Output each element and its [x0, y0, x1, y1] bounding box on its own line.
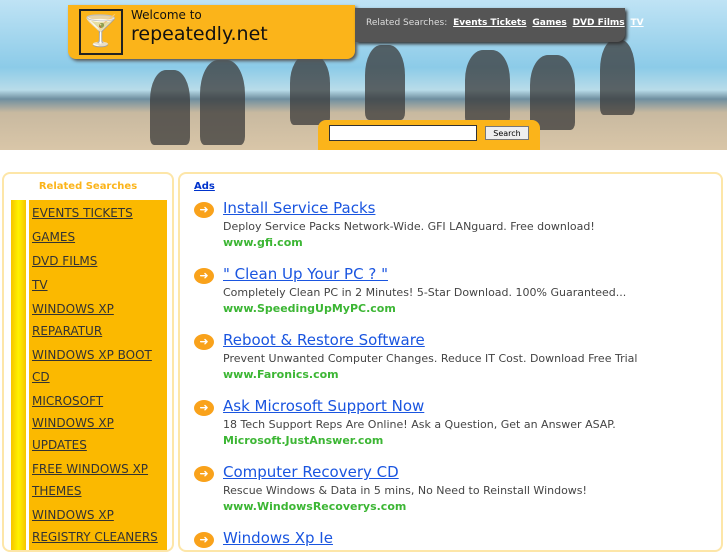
banner-photo-figure — [200, 60, 245, 145]
item-stripe — [11, 388, 26, 458]
sidebar-item-label[interactable]: WINDOWS XP REGISTRY CLEANERS — [29, 502, 167, 550]
arrow-right-icon: ➜ — [194, 466, 214, 482]
search-input[interactable] — [329, 125, 477, 141]
ad-title-link[interactable]: Install Service Packs — [223, 199, 375, 217]
banner-photo-figure — [365, 45, 405, 120]
item-stripe — [11, 342, 26, 390]
sidebar-item-label[interactable]: MICROSOFT WINDOWS XP UPDATES — [29, 388, 167, 458]
arrow-right-icon: ➜ — [194, 334, 214, 350]
sidebar-item[interactable]: FREE WINDOWS XP THEMES — [11, 456, 167, 504]
ad-description: Rescue Windows & Data in 5 mins, No Need… — [223, 484, 587, 497]
banner-photo-figure — [290, 55, 330, 125]
sidebar-item[interactable]: WINDOWS XP BOOT CD — [11, 342, 167, 390]
search-button[interactable]: Search — [485, 126, 529, 140]
sidebar-item[interactable]: WINDOWS XP REGISTRY CLEANERS — [11, 502, 167, 550]
sidebar-item[interactable]: TV — [11, 272, 167, 298]
sidebar-item-label[interactable]: DVD FILMS — [29, 248, 167, 274]
arrow-right-icon: ➜ — [194, 532, 214, 548]
related-label: Related Searches: — [366, 18, 448, 28]
ad-description: 18 Tech Support Reps Are Online! Ask a Q… — [223, 418, 616, 431]
banner-photo-figure — [530, 55, 575, 130]
header-banner: 🍸 Welcome to repeatedly.net Related Sear… — [0, 0, 727, 150]
ads-panel: Ads ➜ Install Service Packs Deploy Service… — [178, 172, 723, 552]
item-stripe — [11, 502, 26, 550]
sidebar-item-label[interactable]: TV — [29, 272, 167, 298]
sidebar-item[interactable]: EVENTS TICKETS — [11, 200, 167, 226]
ad-title-link[interactable]: " Clean Up Your PC ? " — [223, 265, 388, 283]
ad-title-link[interactable]: Windows Xp Ie — [223, 529, 333, 547]
related-link-dvd-films[interactable]: DVD Films — [573, 18, 625, 28]
ad-title-link[interactable]: Computer Recovery CD — [223, 463, 399, 481]
arrow-right-icon: ➜ — [194, 202, 214, 218]
related-searches-sidebar: Related Searches EVENTS TICKETS GAMES DV… — [2, 172, 174, 552]
sidebar-item[interactable]: WINDOWS XP REPARATUR — [11, 296, 167, 344]
sidebar-item-label[interactable]: FREE WINDOWS XP THEMES — [29, 456, 167, 504]
sidebar-item[interactable]: MICROSOFT WINDOWS XP UPDATES — [11, 388, 167, 458]
ad-title-link[interactable]: Reboot & Restore Software — [223, 331, 425, 349]
ad-url[interactable]: www.WindowsRecoverys.com — [223, 500, 406, 513]
ad-url[interactable]: Microsoft.JustAnswer.com — [223, 434, 383, 447]
ad-description: Completely Clean PC in 2 Minutes! 5-Star… — [223, 286, 627, 299]
sidebar-item-label[interactable]: WINDOWS XP BOOT CD — [29, 342, 167, 390]
banner-photo-figure — [600, 40, 635, 115]
item-stripe — [11, 200, 26, 226]
sidebar-item-label[interactable]: WINDOWS XP REPARATUR — [29, 296, 167, 344]
ad-url[interactable]: www.SpeedingUpMyPC.com — [223, 302, 396, 315]
ads-label[interactable]: Ads — [194, 181, 215, 192]
ad-description: Prevent Unwanted Computer Changes. Reduc… — [223, 352, 638, 365]
ad-description: Deploy Service Packs Network-Wide. GFI L… — [223, 220, 595, 233]
related-link-events-tickets[interactable]: Events Tickets — [453, 18, 526, 28]
related-link-tv[interactable]: TV — [631, 18, 644, 28]
item-stripe — [11, 224, 26, 250]
item-stripe — [11, 296, 26, 344]
cocktail-icon: 🍸 — [79, 9, 123, 55]
related-link-games[interactable]: Games — [532, 18, 566, 28]
sidebar-item[interactable]: DVD FILMS — [11, 248, 167, 274]
sidebar-item-label[interactable]: EVENTS TICKETS — [29, 200, 167, 226]
sidebar-title: Related Searches — [38, 181, 138, 192]
arrow-right-icon: ➜ — [194, 400, 214, 416]
site-logo[interactable]: 🍸 Welcome to repeatedly.net — [68, 5, 355, 59]
arrow-right-icon: ➜ — [194, 268, 214, 284]
ad-url[interactable]: www.gfi.com — [223, 236, 303, 249]
sidebar-item[interactable]: GAMES — [11, 224, 167, 250]
related-searches-bar: Related Searches: Events Tickets Games D… — [355, 8, 644, 42]
site-name: repeatedly.net — [131, 23, 268, 45]
item-stripe — [11, 272, 26, 298]
ad-url[interactable]: www.Faronics.com — [223, 368, 339, 381]
banner-photo-figure — [465, 50, 510, 125]
banner-photo-figure — [150, 70, 190, 145]
item-stripe — [11, 456, 26, 504]
search-form: Search — [318, 120, 540, 150]
welcome-text: Welcome to — [131, 8, 202, 22]
item-stripe — [11, 248, 26, 274]
sidebar-item-label[interactable]: GAMES — [29, 224, 167, 250]
ad-title-link[interactable]: Ask Microsoft Support Now — [223, 397, 424, 415]
